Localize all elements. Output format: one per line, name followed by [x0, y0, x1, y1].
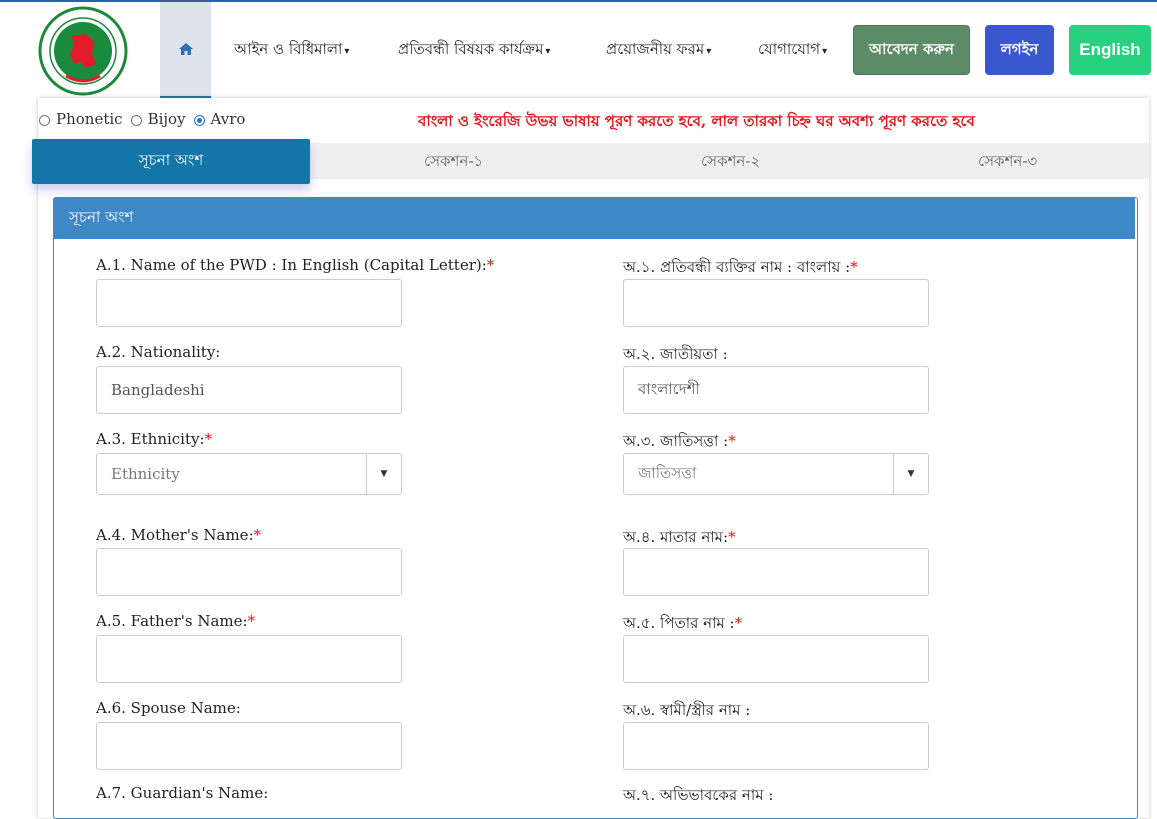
name-bangla-input[interactable] — [623, 279, 929, 327]
required-mark: * — [253, 526, 262, 544]
government-seal-logo[interactable] — [36, 6, 130, 96]
tab-section-1[interactable]: সেকশন-১ — [424, 150, 483, 175]
spouse-name-bangla-input[interactable] — [623, 722, 929, 770]
father-name-input[interactable] — [96, 635, 402, 683]
required-mark: * — [850, 258, 858, 276]
field-label-nationality: A.2. Nationality: — [96, 343, 221, 361]
name-english-input[interactable] — [96, 279, 402, 327]
login-button[interactable]: লগইন — [985, 25, 1054, 75]
spouse-name-input[interactable] — [96, 722, 402, 770]
nav-disability-programs[interactable]: প্রতিবন্ধী বিষয়ক কার্যক্রম ▾ — [398, 38, 550, 63]
english-language-button[interactable]: English — [1069, 25, 1151, 75]
radio-bijoy[interactable] — [130, 114, 142, 126]
field-label-spouse-name-bangla: অ.৬. স্বামী/স্ত্রীর নাম : — [623, 701, 751, 719]
required-mark: * — [486, 256, 495, 274]
nav-required-forms[interactable]: প্রয়োজনীয় ফরম ▾ — [606, 38, 711, 63]
field-label-guardian-name-bangla: অ.৭. অভিভাবকের নাম : — [623, 786, 774, 804]
ethnicity-select[interactable]: Ethnicity ▼ — [96, 453, 402, 495]
tab-section-3[interactable]: সেকশন-৩ — [978, 150, 1037, 175]
field-label-nationality-bangla: অ.২. জাতীয়তা : — [623, 345, 728, 363]
nav-contact[interactable]: যোগাযোগ ▾ — [758, 38, 827, 63]
ethnicity-select-placeholder: Ethnicity — [111, 465, 180, 483]
required-mark: * — [734, 614, 743, 632]
radio-label-bijoy: Bijoy — [147, 110, 186, 128]
field-label-guardian-name: A.7. Guardian's Name: — [96, 784, 269, 802]
ethnicity-bangla-select[interactable]: জাতিসত্তা ▼ — [623, 453, 929, 495]
mother-name-bangla-input[interactable] — [623, 548, 929, 596]
tab-section-2[interactable]: সেকশন-২ — [701, 150, 760, 175]
instruction-notice: বাংলা ও ইংরেজি উভয় ভাষায় পূরণ করতে হবে… — [418, 112, 975, 130]
dropdown-arrow-icon[interactable]: ▼ — [893, 454, 928, 494]
card-title: সূচনা অংশ — [54, 198, 1135, 239]
caret-down-icon: ▾ — [706, 46, 712, 57]
field-label-father-name-bangla: অ.৫. পিতার নাম :* — [623, 614, 743, 632]
home-tab[interactable] — [160, 2, 211, 100]
required-mark: * — [728, 432, 736, 450]
field-label-spouse-name: A.6. Spouse Name: — [96, 699, 241, 717]
ethnicity-bangla-select-placeholder: জাতিসত্তা — [638, 463, 697, 482]
home-icon — [178, 43, 193, 55]
apply-button[interactable]: আবেদন করুন — [853, 25, 970, 75]
caret-down-icon: ▾ — [545, 46, 551, 57]
field-label-father-name: A.5. Father's Name:* — [96, 612, 256, 630]
radio-phonetic[interactable] — [39, 114, 50, 126]
nationality-bangla-input[interactable]: বাংলাদেশী — [623, 366, 929, 414]
field-label-mother-name: A.4. Mother's Name:* — [96, 526, 262, 544]
keyboard-layout-selector: Phonetic Bijoy Avro — [39, 110, 245, 128]
nationality-input[interactable]: Bangladeshi — [96, 366, 402, 414]
required-mark: * — [204, 430, 213, 448]
navbar: আইন ও বিধিমালা ▾ প্রতিবন্ধী বিষয়ক কার্যক… — [0, 2, 1157, 100]
field-label-name-bangla: অ.১. প্রতিবন্ধী ব্যক্তির নাম : বাংলায় :… — [623, 258, 858, 276]
mother-name-input[interactable] — [96, 548, 402, 596]
required-mark: * — [728, 528, 736, 546]
nav-laws-rules[interactable]: আইন ও বিধিমালা ▾ — [234, 38, 349, 63]
tab-introduction[interactable]: সূচনা অংশ — [32, 139, 310, 184]
field-label-name-english: A.1. Name of the PWD : In English (Capit… — [96, 256, 495, 274]
field-label-ethnicity-bangla: অ.৩. জাতিসত্তা :* — [623, 432, 736, 450]
radio-label-phonetic: Phonetic — [56, 110, 123, 128]
field-label-ethnicity: A.3. Ethnicity:* — [96, 430, 213, 448]
radio-avro[interactable] — [193, 114, 205, 126]
dropdown-arrow-icon[interactable]: ▼ — [366, 454, 401, 494]
caret-down-icon: ▾ — [344, 46, 350, 57]
father-name-bangla-input[interactable] — [623, 635, 929, 683]
required-mark: * — [247, 612, 256, 630]
caret-down-icon: ▾ — [822, 46, 828, 57]
radio-label-avro: Avro — [210, 110, 246, 128]
